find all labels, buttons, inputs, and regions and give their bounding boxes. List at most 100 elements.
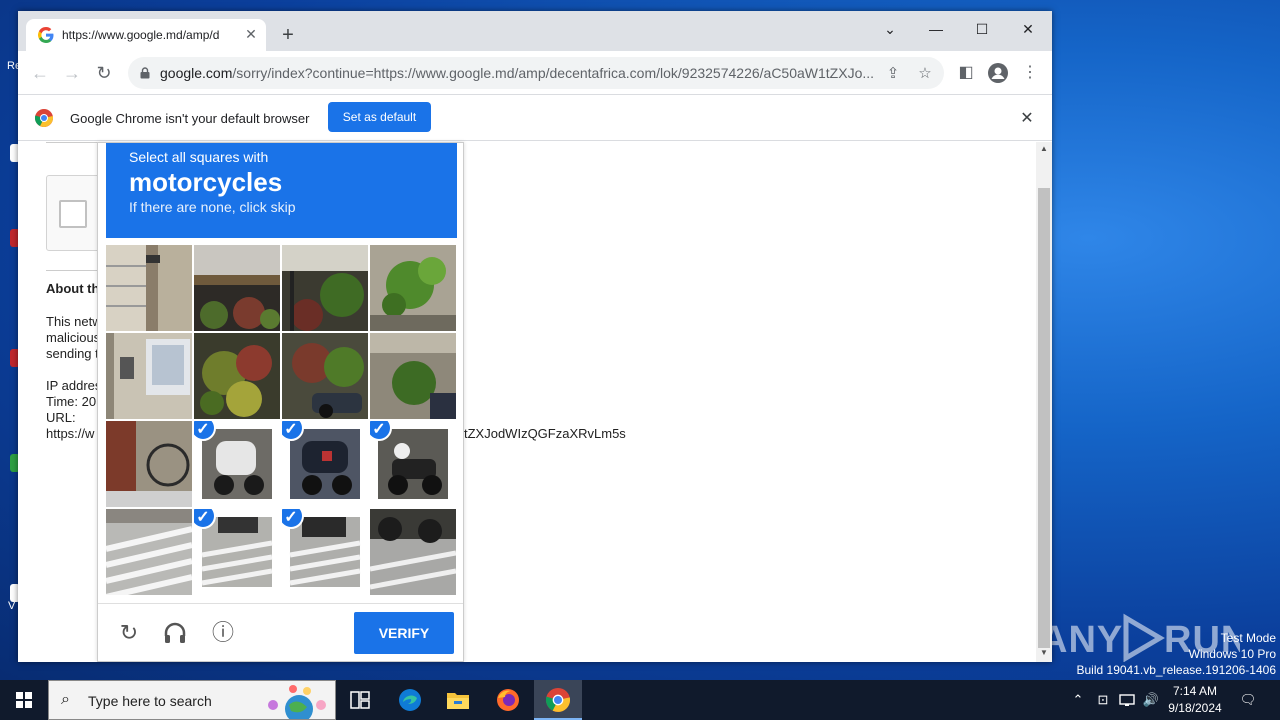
notification-center-icon[interactable]: 🗨	[1236, 680, 1260, 720]
watermark-line: Windows 10 Pro	[1188, 647, 1276, 661]
tab-strip: https://www.google.md/amp/d ✕ + ⌄ — ☐ ✕	[18, 11, 1052, 51]
challenge-tile[interactable]: ✓	[282, 509, 368, 595]
test-mode-watermark: Test Mode Windows 10 Pro Build 19041.vb_…	[1077, 630, 1277, 678]
verify-button[interactable]: VERIFY	[354, 612, 454, 654]
url-value-tail: tZXJodWIzQGFzaXRvLm5s	[464, 426, 626, 441]
about-text-line: sending t	[46, 346, 99, 361]
challenge-tile[interactable]: ✓	[282, 421, 368, 507]
volume-icon[interactable]: 🔊	[1140, 680, 1162, 720]
network-icon[interactable]	[1116, 680, 1138, 720]
url-label: URL:	[46, 410, 76, 425]
challenge-target: motorcycles	[129, 167, 283, 197]
side-panel-icon[interactable]: ◧	[954, 61, 978, 85]
scroll-thumb[interactable]	[1038, 188, 1050, 648]
chrome-taskbar-icon[interactable]	[534, 680, 582, 720]
url-path: /sorry/index?continue=https://www.google…	[232, 65, 875, 81]
google-favicon-icon	[38, 27, 54, 43]
back-button[interactable]: ←	[26, 59, 54, 87]
tab-title: https://www.google.md/amp/d	[62, 28, 220, 42]
about-text-line: This netw	[46, 314, 102, 329]
chrome-logo-icon	[35, 109, 53, 127]
default-browser-infobar: Google Chrome isn't your default browser…	[18, 96, 1052, 141]
close-window-button[interactable]: ✕	[1006, 15, 1050, 43]
about-heading: About th	[46, 281, 100, 296]
challenge-tile[interactable]	[106, 509, 192, 595]
firefox-icon[interactable]	[484, 680, 532, 720]
challenge-tile[interactable]	[194, 333, 280, 419]
help-info-icon[interactable]: ⓘ	[208, 618, 238, 648]
desktop-icon[interactable]	[0, 450, 20, 476]
challenge-tile[interactable]: ✓	[194, 421, 280, 507]
page-scrollbar[interactable]: ▲ ▼	[1036, 142, 1052, 662]
audio-challenge-icon[interactable]	[160, 618, 190, 648]
challenge-tile[interactable]	[370, 509, 456, 595]
infobar-close-icon[interactable]: ✕	[1016, 108, 1038, 130]
lock-icon[interactable]	[140, 67, 150, 79]
recaptcha-challenge: Select all squares with motorcycles If t…	[97, 142, 464, 662]
challenge-hint: If there are none, click skip	[129, 199, 296, 215]
browser-tab[interactable]: https://www.google.md/amp/d ✕	[26, 19, 266, 51]
profile-avatar-icon[interactable]	[986, 61, 1010, 85]
about-text-line: malicious	[46, 330, 101, 345]
tab-search-icon[interactable]: ⌄	[868, 15, 912, 43]
challenge-tile[interactable]	[106, 245, 192, 331]
challenge-tile[interactable]: ✓	[194, 509, 280, 595]
share-icon[interactable]: ⇪	[882, 63, 904, 85]
infobar-message: Google Chrome isn't your default browser	[70, 111, 310, 126]
search-placeholder: Type here to search	[88, 693, 212, 709]
challenge-tile[interactable]	[106, 421, 192, 507]
ip-address-line: IP addres	[46, 378, 102, 393]
maximize-button[interactable]: ☐	[960, 15, 1004, 43]
challenge-tile[interactable]	[106, 333, 192, 419]
set-as-default-button[interactable]: Set as default	[328, 102, 431, 132]
search-highlight-illustration-icon	[268, 685, 326, 719]
chrome-menu-icon[interactable]: ⋮	[1018, 61, 1042, 85]
challenge-tile[interactable]	[282, 245, 368, 331]
watermark-line: Test Mode	[1220, 631, 1276, 645]
reload-button[interactable]: ↻	[90, 59, 118, 87]
challenge-tile[interactable]	[370, 245, 456, 331]
device-icon[interactable]: ⊡	[1092, 680, 1114, 720]
desktop-icon[interactable]	[0, 345, 20, 371]
url-text[interactable]: google.com/sorry/index?continue=https://…	[160, 65, 876, 81]
reload-challenge-icon[interactable]: ↻	[114, 618, 144, 648]
watermark-line: Build 19041.vb_release.191206-1406	[1076, 663, 1277, 677]
taskbar-clock[interactable]: 7:14 AM 9/18/2024	[1160, 683, 1230, 717]
chrome-window: https://www.google.md/amp/d ✕ + ⌄ — ☐ ✕ …	[18, 11, 1052, 662]
windows-logo-icon	[16, 692, 32, 708]
forward-button[interactable]: →	[58, 59, 86, 87]
recaptcha-checkbox[interactable]	[59, 200, 87, 228]
challenge-tile[interactable]	[282, 333, 368, 419]
challenge-tile[interactable]	[194, 245, 280, 331]
address-bar[interactable]: google.com/sorry/index?continue=https://…	[128, 57, 944, 89]
scroll-up-icon[interactable]: ▲	[1040, 144, 1048, 153]
edge-icon[interactable]	[386, 680, 434, 720]
task-view-icon[interactable]	[336, 680, 384, 720]
clock-date: 9/18/2024	[1168, 701, 1222, 715]
bookmark-star-icon[interactable]: ☆	[914, 63, 936, 85]
show-hidden-icons-chevron-icon[interactable]: ⌃	[1068, 680, 1088, 720]
browser-toolbar: ← → ↻ google.com/sorry/index?continue=ht…	[18, 51, 1052, 95]
new-tab-button[interactable]: +	[276, 24, 300, 48]
challenge-footer: ↻ ⓘ VERIFY	[98, 603, 463, 661]
taskbar: ⌕ Type here to search ⌃ ⊡ 🔊 7:14 AM 9/18…	[0, 680, 1280, 720]
start-button[interactable]	[0, 680, 48, 720]
scroll-down-icon[interactable]: ▼	[1040, 648, 1048, 657]
desktop-icon-label: V	[8, 600, 16, 612]
challenge-tile[interactable]	[370, 333, 456, 419]
file-explorer-icon[interactable]	[434, 680, 482, 720]
challenge-header: Select all squares with motorcycles If t…	[106, 143, 457, 238]
desktop-icon[interactable]	[0, 140, 20, 166]
taskbar-search-box[interactable]: ⌕ Type here to search	[48, 680, 336, 720]
url-host: google.com	[160, 65, 233, 81]
challenge-instruction: Select all squares with	[129, 149, 269, 165]
clock-time: 7:14 AM	[1172, 684, 1218, 698]
url-value: https://w	[46, 426, 95, 441]
challenge-grid: ✓ ✓ ✓ ✓ ✓	[106, 245, 457, 596]
challenge-tile[interactable]: ✓	[370, 421, 456, 507]
minimize-button[interactable]: —	[914, 15, 958, 43]
time-line: Time: 20	[46, 394, 97, 409]
search-icon: ⌕	[61, 691, 70, 708]
tab-close-icon[interactable]: ✕	[242, 25, 260, 43]
desktop-icon[interactable]	[0, 225, 20, 251]
